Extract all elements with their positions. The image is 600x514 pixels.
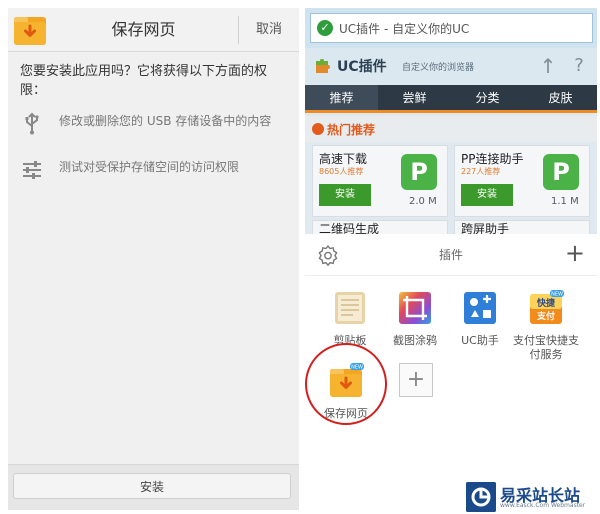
screenshot-icon bbox=[399, 292, 431, 324]
plugin-label: UC助手 bbox=[461, 334, 499, 347]
plugin-card-size: 1.1 M bbox=[551, 196, 579, 207]
alipay-icon-text-top: 快捷 bbox=[537, 297, 556, 309]
address-bar[interactable]: ✓ UC插件 - 自定义你的UC bbox=[310, 13, 593, 43]
permission-text: 修改或删除您的 USB 存储设备中的内容 bbox=[59, 114, 272, 128]
permission-item: 测试对受保护存储空间的访问权限 bbox=[8, 152, 299, 192]
plugin-card[interactable]: 高速下载 8605人推荐 安装 2.0 M bbox=[312, 145, 448, 217]
hot-section-header: 热门推荐 bbox=[305, 116, 597, 142]
plugin-alipay[interactable]: 快捷 支付 NEW 支付宝快捷支付服务 bbox=[511, 290, 581, 362]
hot-icon bbox=[312, 123, 324, 135]
plugin-store-name: UC插件 bbox=[337, 59, 387, 75]
uc-helper-icon bbox=[464, 292, 496, 324]
tab-category[interactable]: 分类 bbox=[451, 85, 524, 113]
watermark-sub: www.Easck.Com Webmaster bbox=[500, 502, 586, 509]
plugin-store-header: UC插件 自定义你的浏览器 ↑ ? bbox=[305, 48, 597, 84]
watermark-logo-icon bbox=[466, 482, 496, 512]
scroll-up-button[interactable]: ↑ bbox=[534, 52, 562, 80]
new-badge: NEW bbox=[551, 292, 563, 298]
category-tabs: 推荐 尝鲜 分类 皮肤 bbox=[305, 85, 597, 113]
plugin-store-slogan: 自定义你的浏览器 bbox=[402, 63, 475, 73]
dialog-title: 保存网页 bbox=[111, 20, 176, 39]
plugin-card-name: 高速下载 bbox=[319, 152, 368, 166]
watermark: 易采站长站 www.Easck.Com Webmaster bbox=[466, 480, 600, 514]
plugin-store-page: UC插件 自定义你的浏览器 ↑ ? 推荐 尝鲜 分类 皮肤 热门推荐 高速下载 … bbox=[305, 48, 597, 238]
plugin-card-size: 2.0 M bbox=[409, 196, 437, 207]
install-bar: 安装 bbox=[8, 464, 299, 510]
install-button[interactable]: 安装 bbox=[13, 473, 291, 499]
plugin-clipboard[interactable]: 剪贴板 bbox=[315, 290, 385, 348]
plugin-label: 支付宝快捷支付服务 bbox=[513, 334, 579, 361]
sliders-icon bbox=[23, 161, 41, 179]
clipboard-icon bbox=[335, 292, 365, 324]
tab-underline bbox=[305, 110, 597, 113]
permission-text: 测试对受保护存储空间的访问权限 bbox=[59, 160, 240, 174]
plugin-uc-helper[interactable]: UC助手 bbox=[445, 290, 515, 348]
address-text: UC插件 - 自定义你的UC bbox=[339, 22, 470, 36]
tab-skin[interactable]: 皮肤 bbox=[524, 85, 597, 113]
plugin-card[interactable]: PP连接助手 227人推荐 安装 1.1 M bbox=[454, 145, 590, 217]
plugin-install-button[interactable]: 安装 bbox=[461, 184, 513, 206]
permission-item: 修改或删除您的 USB 存储设备中的内容 bbox=[8, 106, 299, 146]
help-button[interactable]: ? bbox=[565, 52, 593, 80]
usb-icon bbox=[25, 112, 39, 135]
alipay-icon-text-bottom: 支付 bbox=[536, 310, 555, 322]
plugin-card-recommend-count: 8605人推荐 bbox=[319, 167, 364, 176]
plugin-card-logo-icon bbox=[401, 154, 437, 190]
tab-try-new[interactable]: 尝鲜 bbox=[378, 85, 451, 113]
plugin-card-recommend-count: 227人推荐 bbox=[461, 167, 501, 176]
install-question: 您要安装此应用吗？它将获得以下方面的权限： bbox=[20, 64, 268, 98]
plugin-card-name: PP连接助手 bbox=[461, 152, 524, 166]
cancel-button[interactable]: 取消 bbox=[239, 8, 299, 52]
alipay-icon: 快捷 支付 NEW bbox=[530, 290, 564, 324]
puzzle-icon bbox=[316, 59, 330, 73]
tab-recommend[interactable]: 推荐 bbox=[305, 85, 378, 113]
add-plugin-slot[interactable]: + bbox=[399, 363, 433, 397]
add-plugin-button[interactable]: + bbox=[565, 241, 585, 265]
hot-label: 热门推荐 bbox=[327, 123, 376, 137]
plugin-card-logo-icon bbox=[543, 154, 579, 190]
plugin-label: 截图涂鸦 bbox=[393, 334, 437, 347]
plugin-sheet: 插件 + 剪贴板 截图涂鸦 UC助手 快捷 支付 NEW 支付宝快捷支付服务 N… bbox=[305, 234, 597, 514]
highlight-circle bbox=[305, 343, 387, 425]
dialog-header: 保存网页 取消 bbox=[8, 8, 299, 52]
uc-browser-screen: ✓ UC插件 - 自定义你的UC UC插件 自定义你的浏览器 ↑ ? 推荐 尝鲜… bbox=[305, 8, 597, 514]
plugin-screenshot[interactable]: 截图涂鸦 bbox=[380, 290, 450, 348]
plugin-sheet-header: 插件 + bbox=[305, 234, 597, 276]
plugin-install-button[interactable]: 安装 bbox=[319, 184, 371, 206]
install-dialog: 保存网页 取消 您要安装此应用吗？它将获得以下方面的权限： 修改或删除您的 US… bbox=[8, 8, 299, 510]
secure-shield-icon: ✓ bbox=[317, 20, 333, 36]
plugin-sheet-title: 插件 bbox=[438, 248, 463, 262]
